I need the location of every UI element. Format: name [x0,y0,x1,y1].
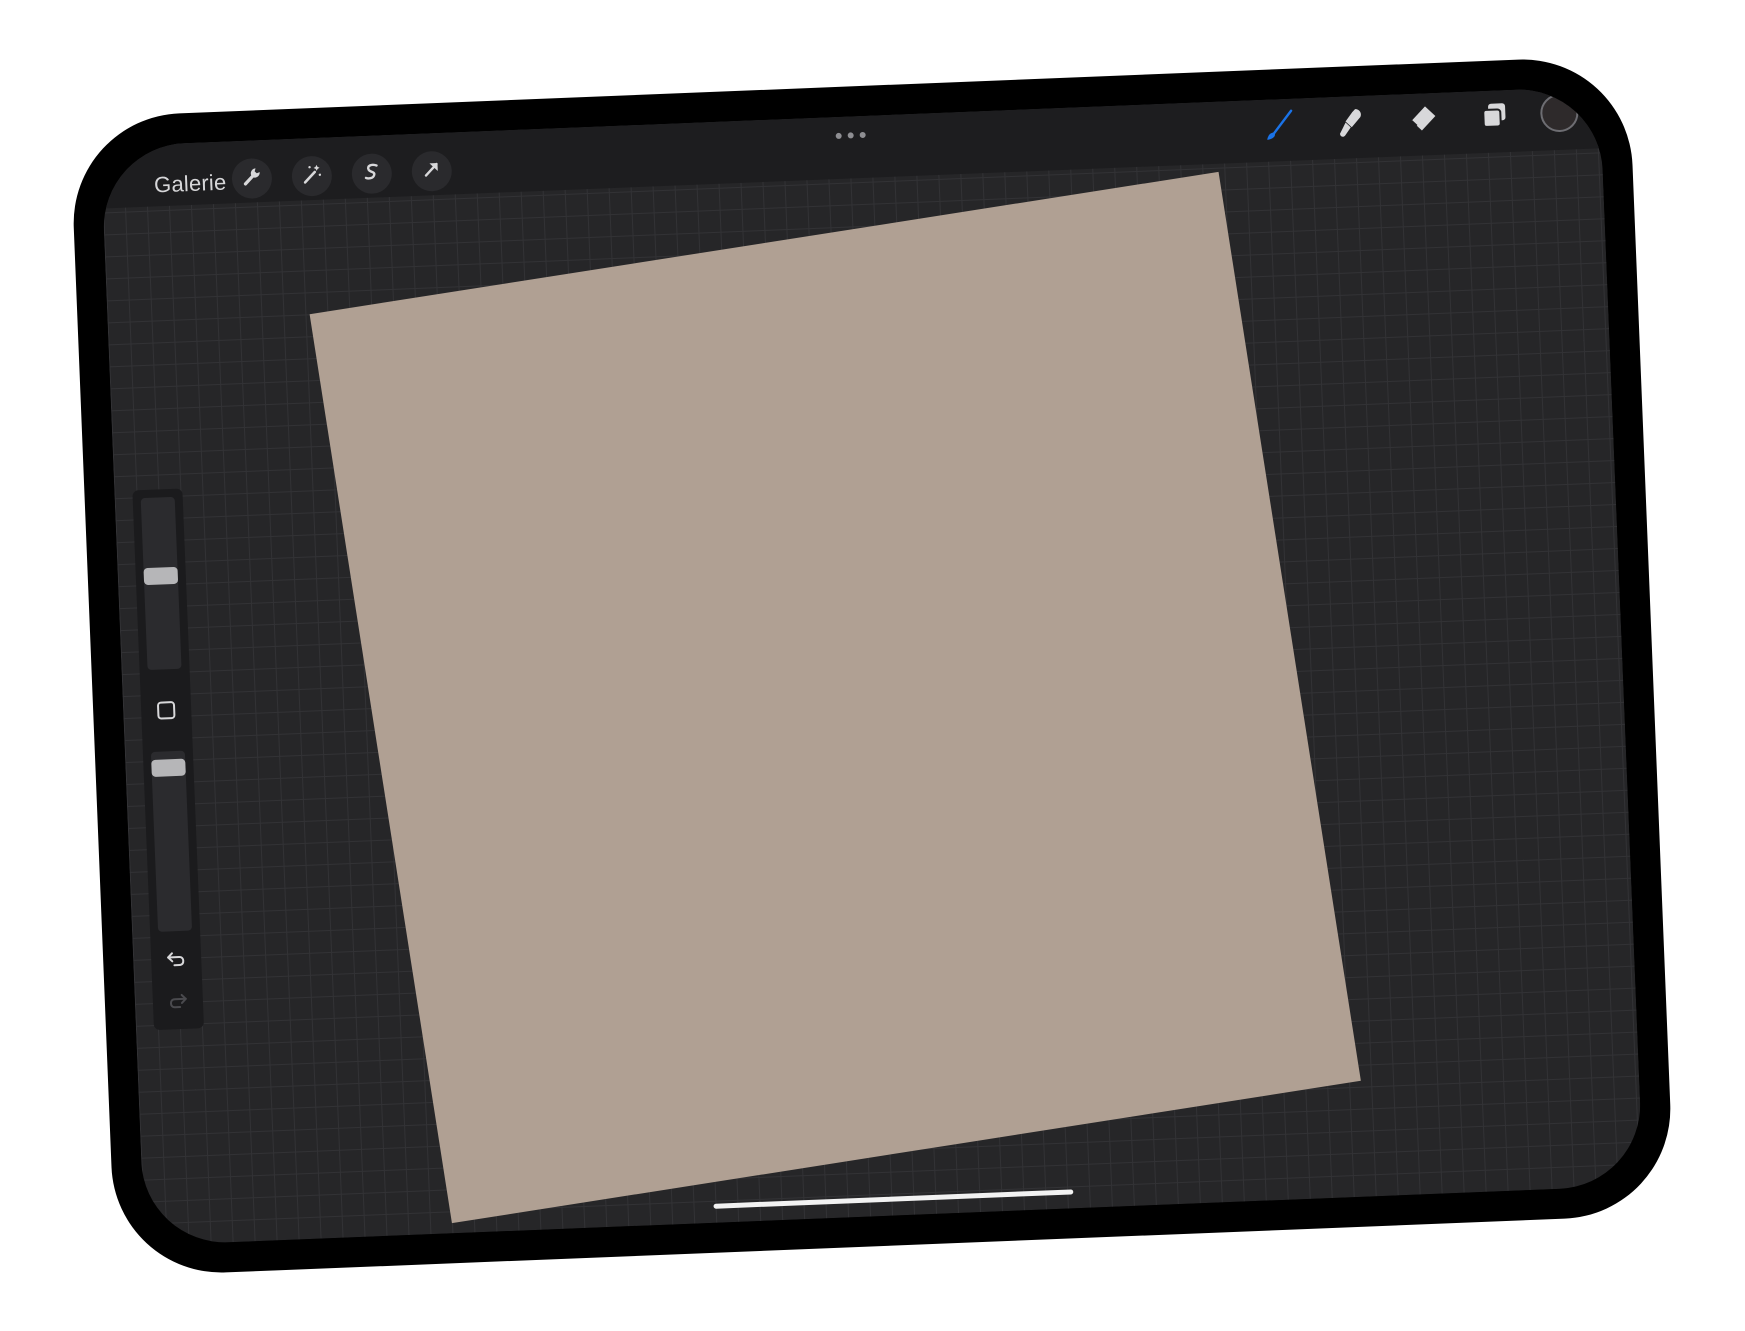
brush-opacity-slider[interactable] [150,750,193,932]
drawing-canvas[interactable] [309,171,1361,1224]
magic-wand-icon [300,162,323,190]
more-options-handle[interactable] [835,130,866,141]
undo-button[interactable] [161,945,192,976]
modify-button[interactable] [151,697,182,728]
redo-icon [166,988,189,1016]
layers-button[interactable] [1472,96,1518,142]
smudge-tool-button[interactable] [1328,101,1374,147]
transform-button[interactable] [411,150,453,193]
top-toolbar: Galerie [100,86,1602,209]
home-indicator[interactable] [713,1189,1074,1209]
tablet-device: Galerie [69,55,1675,1277]
procreate-screen: Galerie [100,86,1644,1246]
brush-size-thumb[interactable] [143,566,179,586]
stage: Galerie [0,0,1745,1331]
side-toolbar [132,488,204,1031]
brush-opacity-thumb[interactable] [151,758,186,777]
actions-button[interactable] [231,157,273,200]
brush-tool-button[interactable] [1256,104,1302,150]
layers-icon [1477,98,1513,138]
square-icon [156,699,177,725]
redo-button[interactable] [162,987,193,1018]
eraser-tool-button[interactable] [1400,99,1446,145]
selection-button[interactable] [351,152,393,195]
smudge-icon [1333,104,1369,144]
brush-icon [1261,107,1297,147]
color-picker-button[interactable] [1539,93,1580,133]
undo-icon [165,946,188,974]
eraser-icon [1405,101,1441,141]
arrow-cursor-icon [420,157,443,185]
brush-size-slider[interactable] [140,496,182,671]
selection-s-icon [360,160,383,188]
gallery-button[interactable]: Galerie [154,170,227,199]
wrench-icon [240,165,263,193]
adjustments-button[interactable] [291,155,333,197]
